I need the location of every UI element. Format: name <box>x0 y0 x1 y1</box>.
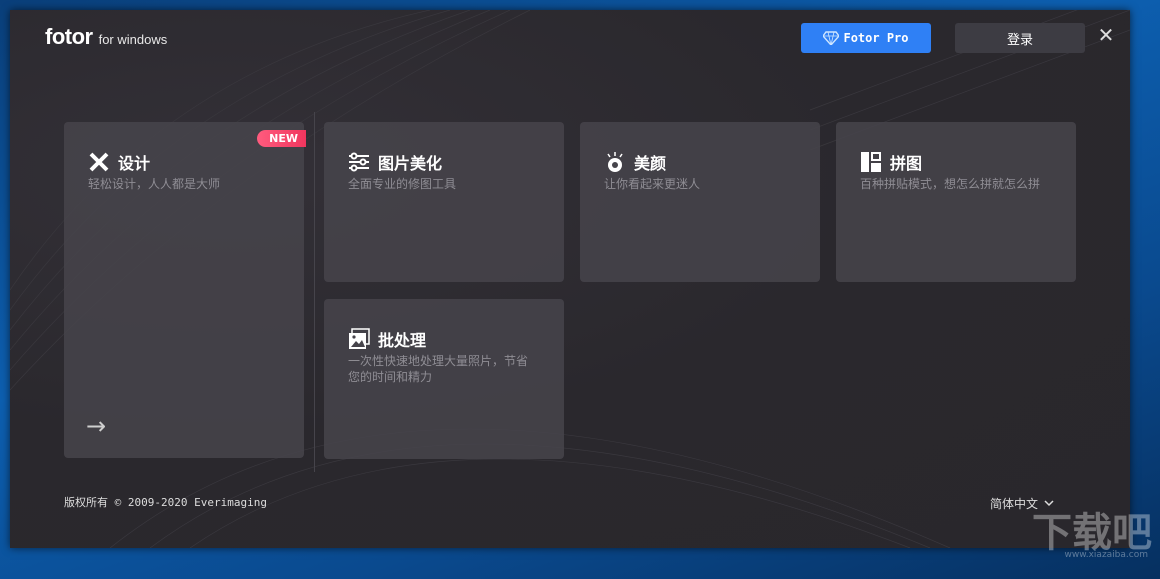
card-description: 让你看起来更迷人 <box>604 176 796 192</box>
card-batch[interactable]: 批处理 一次性快速地处理大量照片，节省您的时间和精力 <box>324 299 564 459</box>
card-title: 拼图 <box>890 150 922 174</box>
eye-icon <box>604 151 626 173</box>
card-design[interactable]: NEW 设计 轻松设计，人人都是大师 → <box>64 122 304 458</box>
card-description: 一次性快速地处理大量照片，节省您的时间和精力 <box>348 353 538 385</box>
app-window: fotor for windows Fotor Pro 登录 ✕ NEW 设计 … <box>10 10 1130 548</box>
card-photo-edit[interactable]: 图片美化 全面专业的修图工具 <box>324 122 564 282</box>
diamond-icon <box>823 31 839 45</box>
divider <box>314 112 315 472</box>
fotor-pro-label: Fotor Pro <box>843 31 908 45</box>
card-title: 图片美化 <box>378 150 442 174</box>
login-button[interactable]: 登录 <box>955 23 1085 53</box>
copyright-text: 版权所有 © 2009-2020 Everimaging <box>64 494 267 510</box>
card-collage[interactable]: 拼图 百种拼贴模式，想怎么拼就怎么拼 <box>836 122 1076 282</box>
fotor-logo: fotor for windows <box>45 24 167 50</box>
logo-text: fotor <box>45 24 93 50</box>
close-button[interactable]: ✕ <box>1096 24 1116 46</box>
card-title: 美颜 <box>634 150 666 174</box>
sliders-icon <box>348 152 370 172</box>
card-description: 百种拼贴模式，想怎么拼就怎么拼 <box>860 176 1052 192</box>
chevron-down-icon <box>1044 500 1054 507</box>
card-title: 批处理 <box>378 327 426 351</box>
card-description: 轻松设计，人人都是大师 <box>88 176 280 192</box>
language-label: 简体中文 <box>990 495 1038 512</box>
logo-subtitle: for windows <box>99 32 168 47</box>
watermark: 下载吧 www.xiazaiba.com <box>1032 512 1152 560</box>
card-beauty[interactable]: 美颜 让你看起来更迷人 <box>580 122 820 282</box>
arrow-right-icon[interactable]: → <box>86 412 106 440</box>
card-description: 全面专业的修图工具 <box>348 176 540 192</box>
login-label: 登录 <box>1007 29 1033 48</box>
collage-icon <box>860 151 882 173</box>
fotor-pro-button[interactable]: Fotor Pro <box>801 23 931 53</box>
new-badge: NEW <box>257 130 306 147</box>
close-icon: ✕ <box>1098 23 1115 47</box>
design-tools-icon <box>88 151 110 173</box>
card-title: 设计 <box>118 150 150 174</box>
image-batch-icon <box>348 328 370 350</box>
